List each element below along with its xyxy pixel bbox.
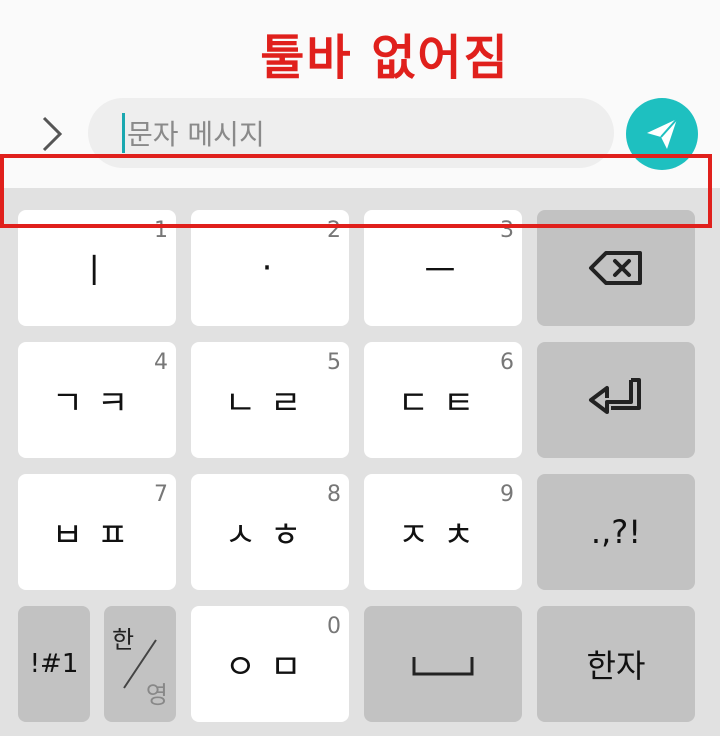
punctuation-key[interactable]: .,?! bbox=[537, 474, 695, 590]
enter-icon bbox=[589, 378, 641, 414]
key-label: ㄴㄹ bbox=[224, 383, 316, 424]
key-label: ㅅㅎ bbox=[224, 515, 316, 556]
keyboard: 1 ㅣ 2 · 3 ㅡ 4 ㄱㅋ 5 ㄴㄹ 6 ㄷㅌ 7 ㅂㅍ 8 ㅅㅎ 9 ㅈ… bbox=[0, 188, 720, 736]
symbols-key[interactable]: !#1 bbox=[18, 606, 90, 722]
key-number: 4 bbox=[154, 350, 168, 375]
key-label: 한자 bbox=[586, 647, 646, 685]
key-number: 6 bbox=[500, 350, 514, 375]
key-label: !#1 bbox=[29, 649, 79, 679]
key-ng-m[interactable]: 0 ㅇㅁ bbox=[191, 606, 349, 722]
annotation-highlight-box bbox=[0, 154, 712, 228]
enter-key[interactable] bbox=[537, 342, 695, 458]
lang-english-label: 영 bbox=[145, 681, 168, 709]
space-bar-icon bbox=[412, 657, 474, 676]
chevron-right-icon bbox=[42, 116, 63, 152]
key-number: 9 bbox=[500, 482, 514, 507]
key-b-p[interactable]: 7 ㅂㅍ bbox=[18, 474, 176, 590]
key-s-h[interactable]: 8 ㅅㅎ bbox=[191, 474, 349, 590]
space-key[interactable] bbox=[364, 606, 522, 722]
message-placeholder: 문자 메시지 bbox=[127, 118, 265, 151]
hanja-key[interactable]: 한자 bbox=[537, 606, 695, 722]
key-label: ㄷㅌ bbox=[397, 383, 489, 424]
key-number: 0 bbox=[327, 614, 341, 639]
key-label: ㅣ bbox=[78, 251, 116, 292]
key-number: 7 bbox=[154, 482, 168, 507]
key-n-r[interactable]: 5 ㄴㄹ bbox=[191, 342, 349, 458]
key-g-k[interactable]: 4 ㄱㅋ bbox=[18, 342, 176, 458]
annotation-title: 툴바 없어짐 bbox=[260, 30, 510, 86]
key-label: ㅇㅁ bbox=[224, 647, 316, 688]
key-label: · bbox=[261, 248, 279, 288]
text-caret bbox=[122, 113, 125, 153]
key-number: 5 bbox=[327, 350, 341, 375]
key-label: ㅈㅊ bbox=[397, 515, 489, 556]
key-j-ch[interactable]: 9 ㅈㅊ bbox=[364, 474, 522, 590]
key-d-t[interactable]: 6 ㄷㅌ bbox=[364, 342, 522, 458]
key-label: ㅡ bbox=[424, 251, 462, 292]
expand-chevron-button[interactable] bbox=[30, 112, 74, 156]
language-switch-key[interactable]: 한 영 bbox=[104, 606, 176, 722]
send-paper-plane-icon bbox=[647, 118, 678, 149]
backspace-icon bbox=[589, 251, 642, 285]
key-label: ㅂㅍ bbox=[51, 515, 143, 556]
key-label: .,?! bbox=[590, 513, 642, 551]
key-label: ㄱㅋ bbox=[51, 383, 143, 424]
key-number: 8 bbox=[327, 482, 341, 507]
